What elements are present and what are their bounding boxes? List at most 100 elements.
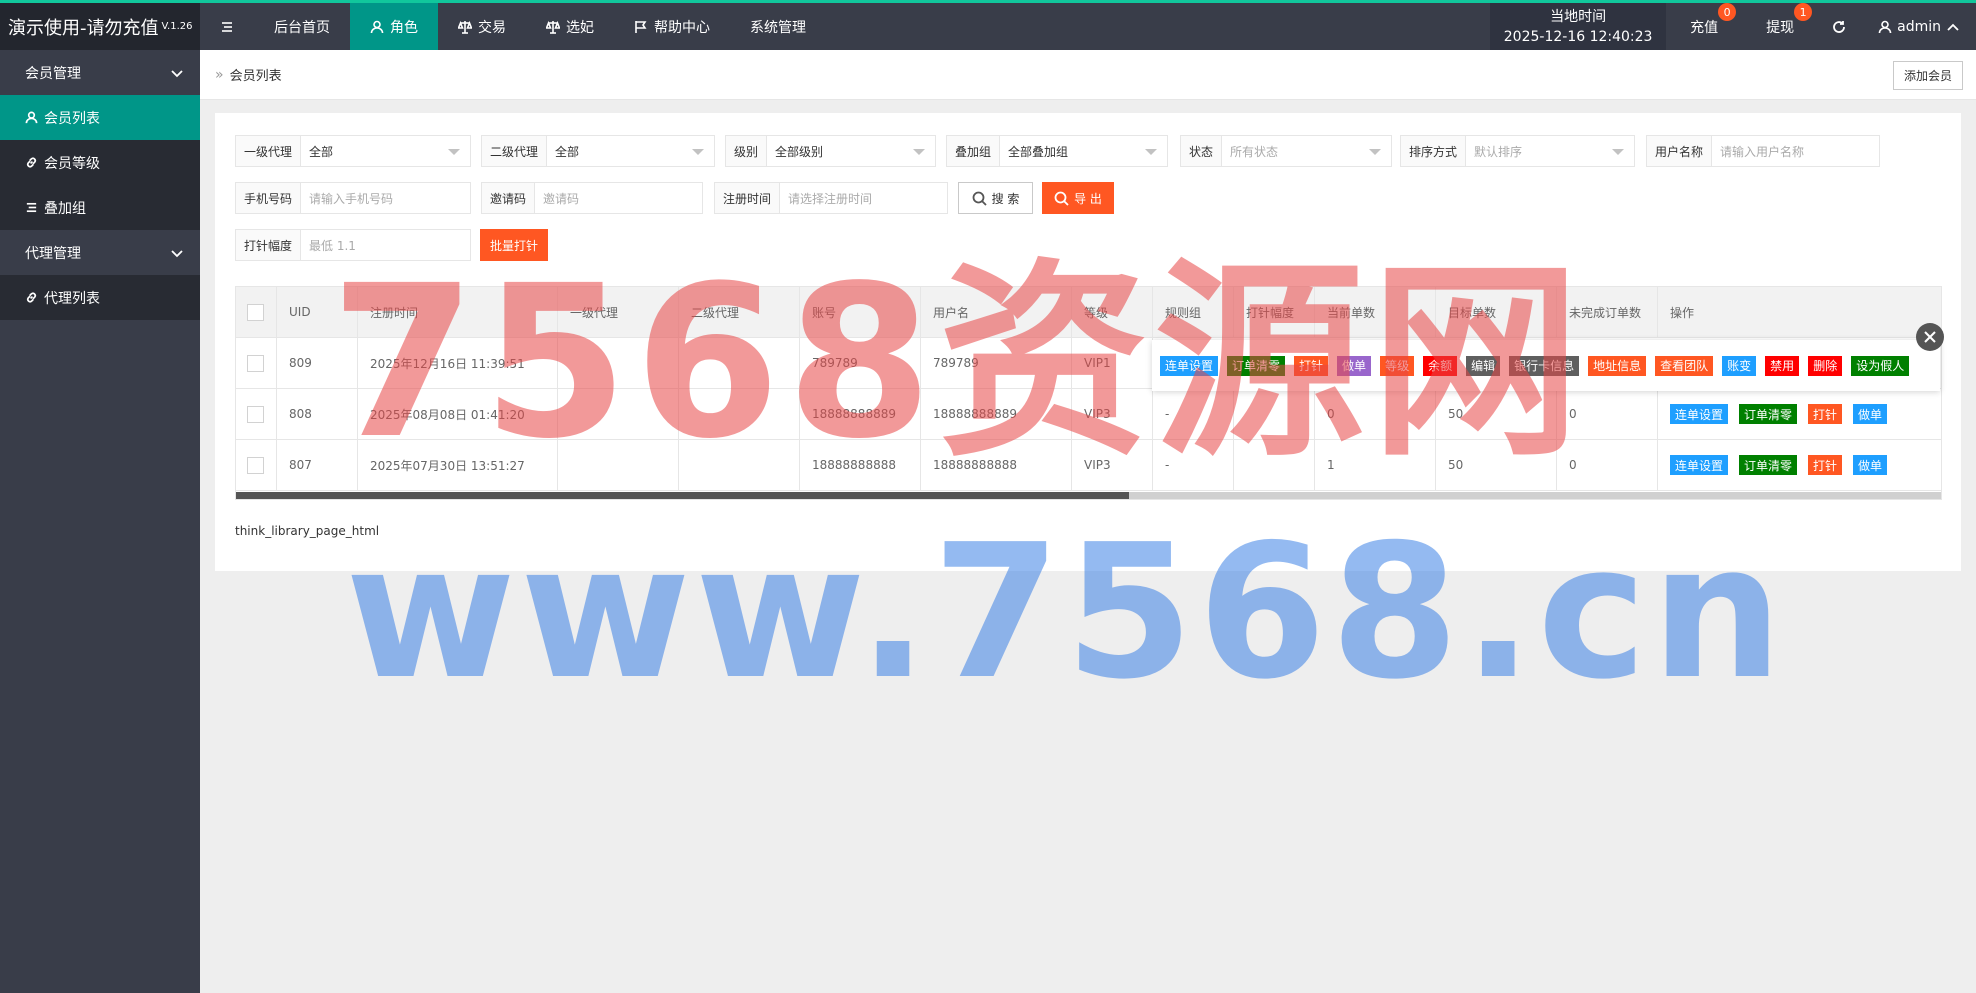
- column-header[interactable]: 规则组: [1153, 287, 1234, 337]
- chain-order-button[interactable]: 连单设置: [1670, 455, 1729, 475]
- set-fake-button[interactable]: 设为假人: [1851, 355, 1910, 376]
- column-header[interactable]: UID: [277, 287, 358, 337]
- export-button[interactable]: 导 出: [1042, 182, 1114, 214]
- close-icon: [1924, 331, 1936, 343]
- level-select[interactable]: 全部级别: [767, 136, 935, 166]
- agent2-select[interactable]: 全部: [547, 136, 714, 166]
- agent1-select[interactable]: 全部: [301, 136, 470, 166]
- make-order-button[interactable]: 做单: [1853, 404, 1888, 424]
- regtime-input[interactable]: 请选择注册时间: [780, 183, 947, 213]
- table-row: 808 2025年08月08日 01:41:20 18888888889 188…: [236, 389, 1941, 440]
- select-placeholder: 所有状态: [1230, 144, 1279, 159]
- clear-orders-button[interactable]: 订单清零: [1227, 355, 1286, 376]
- user-menu[interactable]: admin: [1860, 3, 1976, 50]
- chain-order-button[interactable]: 连单设置: [1670, 404, 1729, 424]
- filter-label: 排序方式: [1401, 136, 1467, 166]
- phone-input[interactable]: 请输入手机号码: [301, 183, 470, 213]
- sidebar-group-agents[interactable]: 代理管理: [0, 230, 200, 275]
- select-all-checkbox[interactable]: [247, 303, 264, 321]
- add-member-button[interactable]: 添加会员: [1892, 61, 1963, 90]
- filter-status[interactable]: 状态 所有状态: [1180, 135, 1392, 167]
- batch-button-label: 批量打针: [489, 238, 538, 253]
- filter-invite[interactable]: 邀请码 邀请码: [481, 182, 703, 214]
- username-input[interactable]: 请输入用户名称: [1712, 136, 1879, 166]
- link-icon: [26, 157, 37, 168]
- nav-trade[interactable]: 交易: [438, 3, 526, 50]
- filter-level[interactable]: 级别 全部级别: [725, 135, 936, 167]
- edit-button[interactable]: 编辑: [1466, 355, 1501, 376]
- bank-card-button[interactable]: 银行卡信息: [1509, 355, 1580, 376]
- filter-sort[interactable]: 排序方式 默认排序: [1400, 135, 1635, 167]
- column-header[interactable]: 一级代理: [558, 287, 679, 337]
- table-horizontal-scrollbar[interactable]: [236, 492, 1941, 499]
- column-header[interactable]: 未完成订单数: [1557, 287, 1658, 337]
- sidebar-item-member-level[interactable]: 会员等级: [0, 140, 200, 185]
- chain-order-button[interactable]: 连单设置: [1160, 355, 1219, 376]
- filter-agent2[interactable]: 二级代理 全部: [481, 135, 715, 167]
- column-header[interactable]: 打针幅度: [1234, 287, 1315, 337]
- sidebar-item-agent-list[interactable]: 代理列表: [0, 275, 200, 320]
- filter-label: 邀请码: [482, 183, 536, 213]
- range-input[interactable]: 最低 1.1: [301, 230, 470, 260]
- sidebar-item-stack-group[interactable]: 叠加组: [0, 185, 200, 230]
- row-checkbox[interactable]: [247, 456, 264, 474]
- refresh-button[interactable]: [1818, 3, 1860, 50]
- sort-select[interactable]: 默认排序: [1466, 136, 1634, 166]
- address-button[interactable]: 地址信息: [1588, 355, 1647, 376]
- search-button-label: 搜 索: [991, 191, 1020, 206]
- input-placeholder: 请选择注册时间: [788, 191, 873, 206]
- inject-button[interactable]: 打针: [1808, 455, 1843, 475]
- sidebar-group-members[interactable]: 会员管理: [0, 50, 200, 95]
- nav-system[interactable]: 系统管理: [730, 3, 826, 50]
- scrollbar-thumb[interactable]: [236, 492, 1129, 499]
- search-button[interactable]: 搜 索: [958, 182, 1033, 214]
- column-header[interactable]: 等级: [1072, 287, 1153, 337]
- nav-help[interactable]: 帮助中心: [614, 3, 730, 50]
- balance-button[interactable]: 余额: [1423, 355, 1458, 376]
- cell-level: VIP3: [1072, 440, 1153, 490]
- column-header[interactable]: 当前单数: [1315, 287, 1436, 337]
- make-order-button[interactable]: 做单: [1853, 455, 1888, 475]
- view-team-button[interactable]: 查看团队: [1655, 355, 1714, 376]
- column-header[interactable]: 注册时间: [358, 287, 558, 337]
- filter-range[interactable]: 打针幅度 最低 1.1: [235, 229, 471, 261]
- invite-input[interactable]: 邀请码: [535, 183, 702, 213]
- filter-label: 二级代理: [482, 136, 548, 166]
- sidebar-item-label: 会员等级: [44, 155, 100, 172]
- row-checkbox[interactable]: [247, 354, 264, 372]
- clear-orders-button[interactable]: 订单清零: [1739, 404, 1798, 424]
- account-change-button[interactable]: 账变: [1722, 355, 1757, 376]
- filter-regtime[interactable]: 注册时间 请选择注册时间: [714, 182, 948, 214]
- row-checkbox[interactable]: [247, 405, 264, 423]
- nav-home[interactable]: 后台首页: [254, 3, 350, 50]
- group-select[interactable]: 全部叠加组: [1000, 136, 1167, 166]
- close-popup-button[interactable]: [1916, 323, 1944, 351]
- delete-button[interactable]: 删除: [1808, 355, 1843, 376]
- filter-phone[interactable]: 手机号码 请输入手机号码: [235, 182, 471, 214]
- cell-agent2: [679, 440, 800, 490]
- clear-orders-button[interactable]: 订单清零: [1739, 455, 1798, 475]
- nav-select[interactable]: 选妃: [526, 3, 614, 50]
- menu-toggle-button[interactable]: [200, 20, 254, 34]
- disable-button[interactable]: 禁用: [1765, 355, 1800, 376]
- level-button[interactable]: 等级: [1380, 355, 1415, 376]
- recharge-button[interactable]: 充值 0: [1666, 3, 1742, 50]
- column-header[interactable]: 二级代理: [679, 287, 800, 337]
- withdraw-button[interactable]: 提现 1: [1742, 3, 1818, 50]
- batch-inject-button[interactable]: 批量打针: [480, 229, 548, 261]
- make-order-button[interactable]: 做单: [1337, 355, 1372, 376]
- inject-button[interactable]: 打针: [1294, 355, 1329, 376]
- filter-group[interactable]: 叠加组 全部叠加组: [946, 135, 1168, 167]
- app-logo[interactable]: 演示使用-请勿充值 V.1.26: [0, 3, 200, 50]
- column-header[interactable]: 用户名: [921, 287, 1072, 337]
- filter-agent1[interactable]: 一级代理 全部: [235, 135, 471, 167]
- inject-button[interactable]: 打针: [1808, 404, 1843, 424]
- column-header[interactable]: 账号: [800, 287, 921, 337]
- column-header[interactable]: 目标单数: [1436, 287, 1557, 337]
- nav-role[interactable]: 角色: [350, 3, 438, 50]
- filter-username[interactable]: 用户名称 请输入用户名称: [1646, 135, 1880, 167]
- status-select[interactable]: 所有状态: [1222, 136, 1391, 166]
- filter-label: 注册时间: [715, 183, 781, 213]
- sidebar-item-member-list[interactable]: 会员列表: [0, 95, 200, 140]
- export-button-label: 导 出: [1074, 191, 1102, 206]
